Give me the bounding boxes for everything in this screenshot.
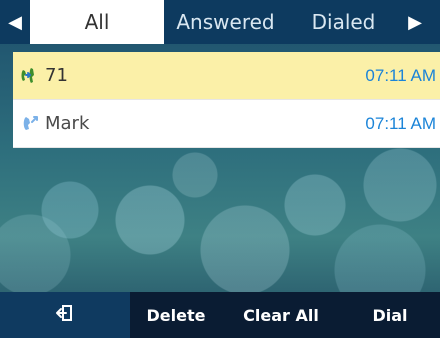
outgoing-call-icon — [19, 113, 43, 135]
call-row-71[interactable]: 71 07:11 AM — [13, 52, 440, 100]
tab-bar: ◀ All Answered Dialed ▶ — [0, 0, 440, 44]
call-history-list: 71 07:11 AM Mark 07:11 AM — [13, 52, 440, 148]
back-icon — [55, 303, 75, 327]
tab-answered[interactable]: Answered — [164, 0, 287, 44]
incoming-call-icon — [19, 65, 43, 87]
call-row-left: Mark — [19, 113, 89, 135]
call-name: 71 — [45, 65, 68, 86]
call-row-left: 71 — [19, 65, 68, 87]
call-time: 07:11 AM — [365, 65, 436, 85]
delete-button[interactable]: Delete — [130, 292, 222, 338]
call-time: 07:11 AM — [365, 113, 436, 133]
clear-all-button[interactable]: Clear All — [222, 292, 340, 338]
tab-all[interactable]: All — [30, 0, 164, 44]
phone-screen: ◀ All Answered Dialed ▶ 71 07:11 AM Mark… — [0, 0, 440, 338]
back-button[interactable] — [0, 292, 130, 338]
right-arrow-icon[interactable]: ▶ — [400, 0, 430, 44]
call-name: Mark — [45, 113, 90, 134]
left-arrow-icon[interactable]: ◀ — [0, 0, 30, 44]
dial-button[interactable]: Dial — [340, 292, 440, 338]
tab-dialed[interactable]: Dialed — [287, 0, 400, 44]
call-row-mark[interactable]: Mark 07:11 AM — [13, 100, 440, 148]
softkey-bar: Delete Clear All Dial — [0, 292, 440, 338]
